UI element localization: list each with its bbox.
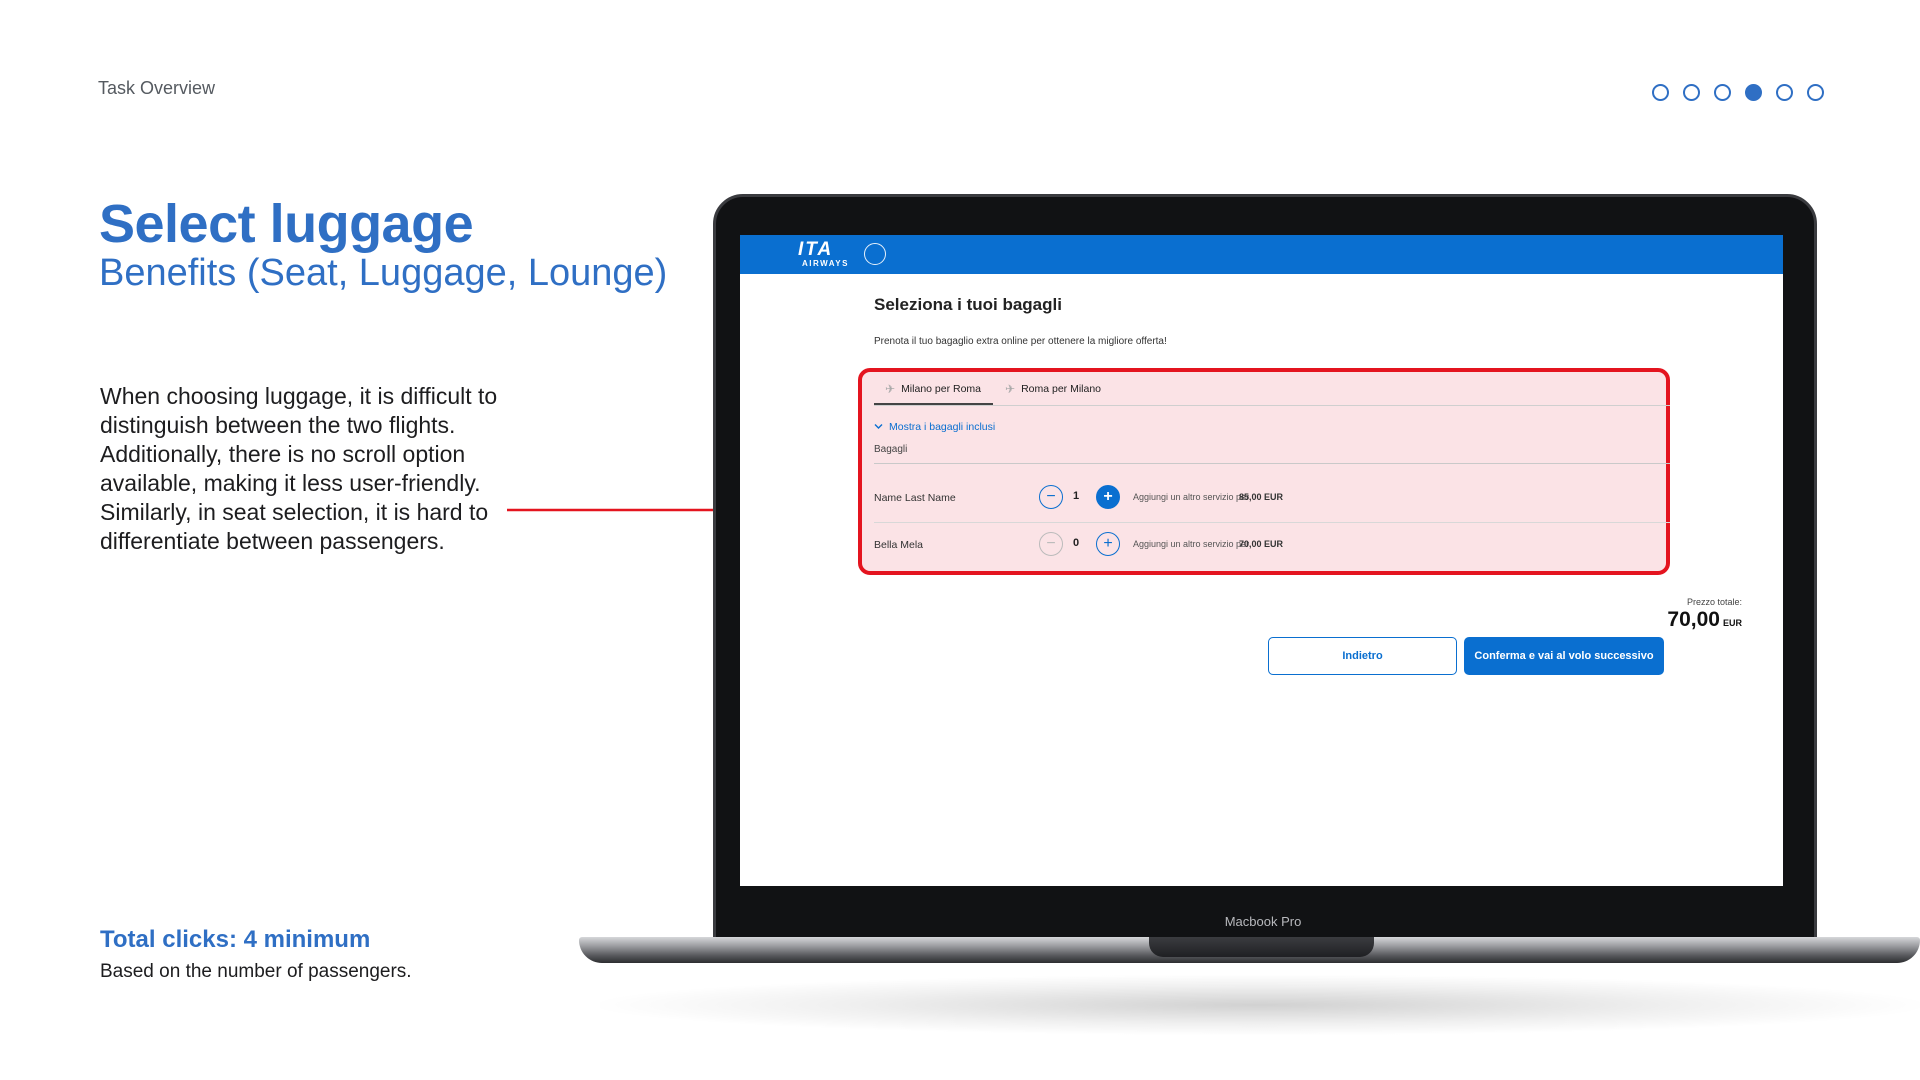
total-price-value: 70,00: [1667, 608, 1720, 631]
tab-milano-roma[interactable]: ✈ Milano per Roma: [885, 382, 981, 396]
laptop-notch: [1149, 937, 1374, 957]
tab-roma-milano[interactable]: ✈ Roma per Milano: [1005, 382, 1101, 396]
show-included-bags-toggle[interactable]: Mostra i bagagli inclusi: [874, 421, 995, 433]
add-service-price: 70,00 EUR: [1239, 539, 1284, 549]
increase-bag-button[interactable]: +: [1096, 532, 1120, 556]
page-title: Seleziona i tuoi bagagli: [874, 295, 1062, 314]
bag-quantity: 0: [1073, 537, 1080, 549]
increase-bag-button[interactable]: +: [1096, 485, 1120, 509]
plane-icon: ✈: [1005, 382, 1016, 396]
chevron-down-icon: [874, 421, 883, 433]
pager-dot[interactable]: [1683, 84, 1700, 101]
divider: [874, 463, 1670, 464]
back-button[interactable]: Indietro: [1268, 637, 1457, 675]
confirm-next-flight-button[interactable]: Conferma e vai al volo successivo: [1464, 637, 1664, 675]
pager-dot-active[interactable]: [1745, 84, 1762, 101]
decrease-bag-button[interactable]: −: [1039, 532, 1063, 556]
tab-divider: [874, 405, 1670, 406]
show-included-label: Mostra i bagagli inclusi: [889, 421, 996, 433]
slide-description: When choosing luggage, it is difficult t…: [100, 383, 498, 554]
total-clicks-note: Based on the number of passengers.: [100, 961, 412, 982]
bag-quantity: 1: [1073, 490, 1080, 502]
total-price: 70,00 EUR: [1580, 608, 1742, 632]
passenger-row: Name Last Name − 1 + Aggiungi un altro s…: [874, 484, 1670, 514]
alliance-seal-icon: [864, 243, 886, 265]
tab-label: Roma per Milano: [1021, 383, 1102, 395]
laptop-screen: ITA AIRWAYS Seleziona i tuoi bagagli Pre…: [740, 235, 1783, 886]
pager-dot[interactable]: [1652, 84, 1669, 101]
passenger-row: Bella Mela − 0 + Aggiungi un altro servi…: [874, 531, 1670, 561]
bags-section-label: Bagagli: [874, 444, 908, 455]
plane-icon: ✈: [885, 382, 896, 396]
total-price-currency: EUR: [1722, 618, 1742, 628]
decrease-bag-button[interactable]: −: [1039, 485, 1063, 509]
add-service-price: 85,00 EUR: [1239, 492, 1284, 502]
passenger-name: Bella Mela: [874, 539, 924, 551]
pager-dot[interactable]: [1776, 84, 1793, 101]
laptop-model-label: Macbook Pro: [1224, 914, 1302, 929]
add-service-text: Aggiungi un altro servizio per: [1133, 492, 1250, 502]
ita-airways-logo[interactable]: ITA AIRWAYS: [798, 240, 849, 268]
passenger-name: Name Last Name: [874, 492, 956, 504]
divider: [874, 522, 1670, 523]
laptop-shadow: [600, 975, 1920, 1035]
pager-dot[interactable]: [1807, 84, 1824, 101]
slide-subtitle: Benefits (Seat, Luggage, Lounge): [99, 252, 668, 294]
pager-dot[interactable]: [1714, 84, 1731, 101]
total-price-label: Prezzo totale:: [1686, 597, 1742, 607]
add-service-text: Aggiungi un altro servizio per: [1133, 539, 1250, 549]
slide-header-label: Task Overview: [98, 78, 216, 98]
app-header-bar: ITA AIRWAYS: [740, 235, 1783, 274]
tab-label: Milano per Roma: [901, 383, 982, 395]
slide-pager: [1652, 84, 1824, 101]
total-clicks-title: Total clicks: 4 minimum: [100, 926, 371, 953]
slide-title: Select luggage: [99, 194, 474, 254]
page-subtitle: Prenota il tuo bagaglio extra online per…: [874, 336, 1167, 347]
